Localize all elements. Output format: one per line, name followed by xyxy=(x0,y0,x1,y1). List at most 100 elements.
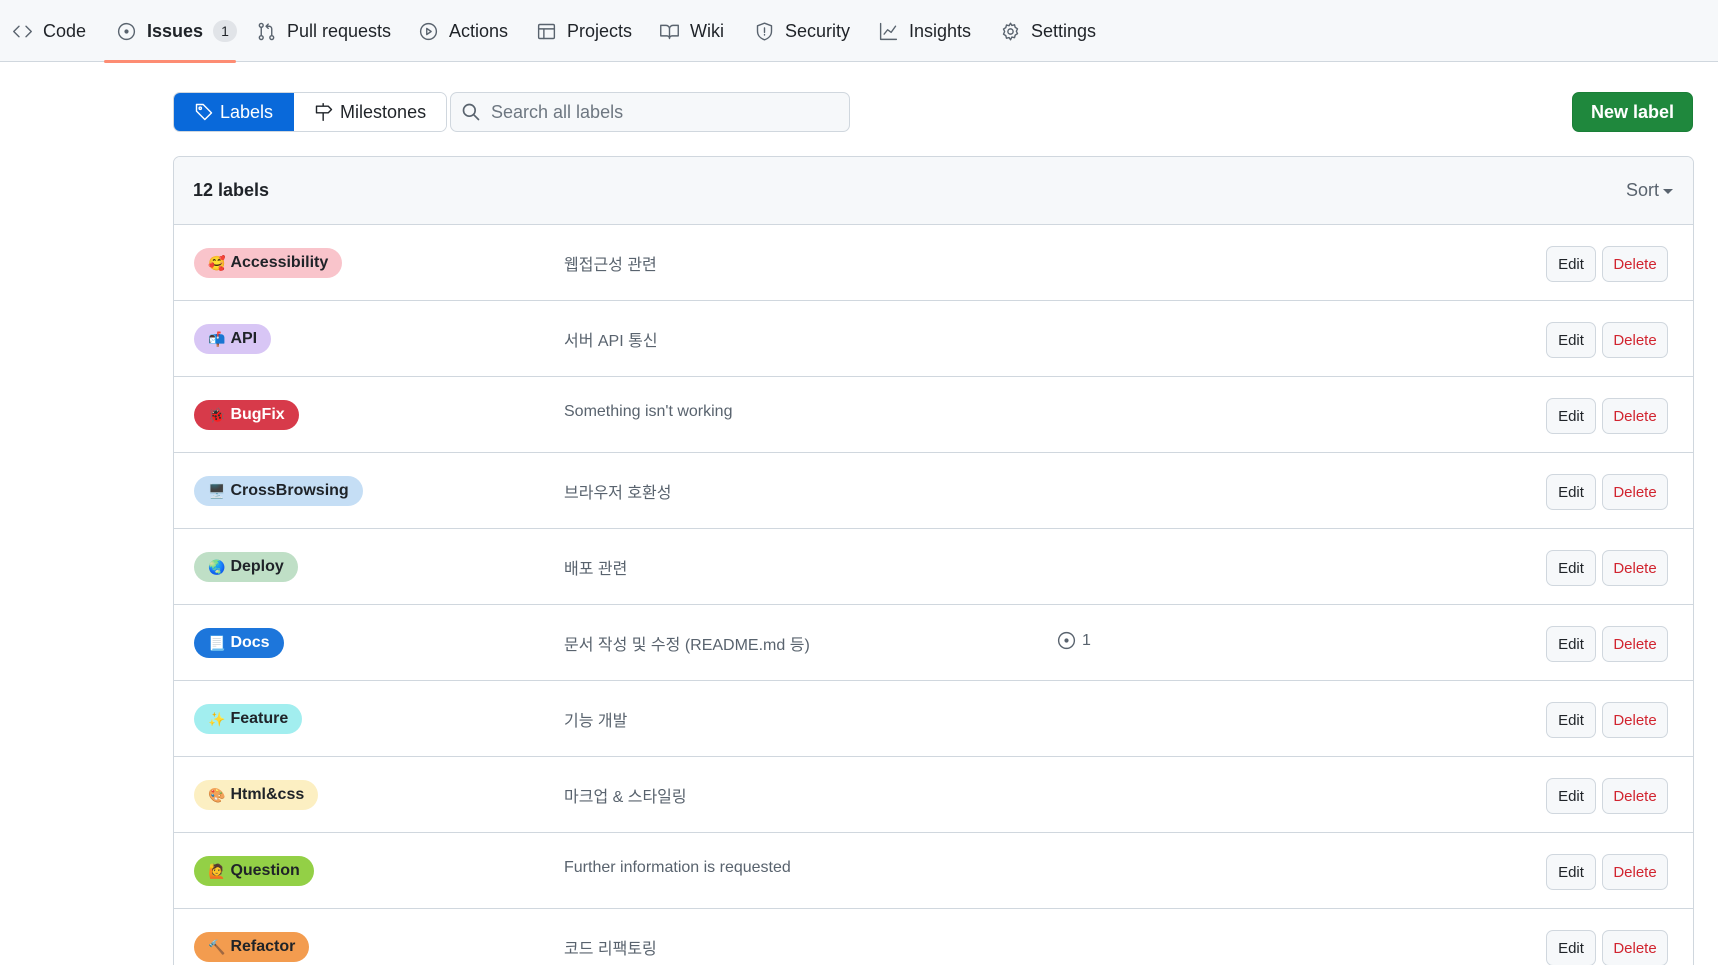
label-description: Something isn't working xyxy=(564,403,733,420)
label-description: 배포 관련 xyxy=(564,561,628,578)
label-description: 코드 리팩토링 xyxy=(564,941,657,958)
open-issues-count: 1 xyxy=(1082,631,1091,649)
issues-counter: 1 xyxy=(213,20,238,42)
delete-button[interactable]: Delete xyxy=(1602,246,1668,282)
label-description: 기능 개발 xyxy=(564,713,628,730)
label-pill[interactable]: 🎨 Html&css xyxy=(194,780,319,810)
labels-milestones-toggle: Labels Milestones xyxy=(173,92,448,132)
label-pill[interactable]: 🥰 Accessibility xyxy=(194,248,343,278)
label-pill[interactable]: 🌏 Deploy xyxy=(194,552,298,582)
edit-button[interactable]: Edit xyxy=(1546,626,1596,662)
edit-button[interactable]: Edit xyxy=(1546,854,1596,890)
label-emoji-icon: 📃 xyxy=(208,635,226,651)
code-icon xyxy=(13,25,32,37)
new-label-button[interactable]: New label xyxy=(1572,92,1693,132)
label-emoji-icon: 🖥️ xyxy=(208,483,226,499)
label-name: Question xyxy=(230,862,300,879)
labels-list-header: 12 labels Sort xyxy=(174,157,1693,225)
label-rows: 🥰 Accessibility 웹접근성 관련 Edit Delete 📬 API 서버 AP… xyxy=(174,225,1693,965)
label-row: 🎨 Html&css 마크업 & 스타일링 Edit Delete xyxy=(174,757,1693,833)
tab-label: Actions xyxy=(449,20,509,41)
delete-button[interactable]: Delete xyxy=(1602,702,1668,738)
gear-icon xyxy=(1002,21,1019,41)
play-icon xyxy=(419,22,438,40)
tab-label: Insights xyxy=(909,20,972,41)
tab-label: Code xyxy=(43,20,87,41)
tab-security[interactable]: Security xyxy=(742,0,862,62)
label-description: 마크업 & 스타일링 xyxy=(564,789,687,806)
label-name: Feature xyxy=(230,710,289,727)
tab-issues[interactable]: Issues 1 xyxy=(104,0,238,63)
label-pill[interactable]: 📃 Docs xyxy=(194,628,284,658)
label-emoji-icon: ✨ xyxy=(208,711,226,727)
delete-button[interactable]: Delete xyxy=(1602,398,1668,434)
search-box xyxy=(450,92,850,132)
sort-label: Sort xyxy=(1625,180,1659,200)
label-row: 🙋 Question Further information is requeste… xyxy=(174,833,1693,909)
tab-actions[interactable]: Actions xyxy=(406,0,520,62)
labels-list: 12 labels Sort 🥰 Accessibility 웹접근성 관련 Edit… xyxy=(173,156,1694,965)
label-pill[interactable]: 🖥️ CrossBrowsing xyxy=(194,476,363,506)
label-name: Deploy xyxy=(230,558,284,575)
search-icon xyxy=(462,103,480,121)
label-pill[interactable]: 🔨 Refactor xyxy=(194,932,310,962)
label-name: Html&css xyxy=(230,786,305,803)
milestones-tab[interactable]: Milestones xyxy=(294,93,447,131)
issue-opened-icon xyxy=(117,22,136,40)
edit-button[interactable]: Edit xyxy=(1546,474,1596,510)
label-pill[interactable]: 🐞 BugFix xyxy=(194,400,299,430)
label-row: 📬 API 서버 API 통신 Edit Delete xyxy=(174,301,1693,377)
label-name: BugFix xyxy=(230,406,285,423)
labels-tab[interactable]: Labels xyxy=(174,93,295,131)
label-emoji-icon: 🎨 xyxy=(208,787,226,803)
open-issues-link[interactable]: 1 xyxy=(1056,630,1091,651)
label-description: 브라우저 호환성 xyxy=(564,485,672,502)
label-pill[interactable]: 🙋 Question xyxy=(194,856,314,886)
delete-button[interactable]: Delete xyxy=(1602,626,1668,662)
search-input[interactable] xyxy=(491,101,831,123)
label-description: 서버 API 통신 xyxy=(564,333,658,350)
tab-settings[interactable]: Settings xyxy=(988,0,1108,62)
label-description: 문서 작성 및 수정 (README.md 등) xyxy=(564,637,810,654)
edit-button[interactable]: Edit xyxy=(1546,930,1596,965)
edit-button[interactable]: Edit xyxy=(1546,550,1596,586)
label-row: 🥰 Accessibility 웹접근성 관련 Edit Delete xyxy=(174,225,1693,301)
tab-insights[interactable]: Insights xyxy=(866,0,983,62)
label-name: CrossBrowsing xyxy=(230,482,349,499)
delete-button[interactable]: Delete xyxy=(1602,778,1668,814)
edit-button[interactable]: Edit xyxy=(1546,702,1596,738)
label-emoji-icon: 📬 xyxy=(208,331,226,347)
labels-tab-label: Labels xyxy=(220,101,274,122)
label-emoji-icon: 🌏 xyxy=(208,559,226,575)
label-pill[interactable]: 📬 API xyxy=(194,324,272,354)
delete-button[interactable]: Delete xyxy=(1602,854,1668,890)
label-emoji-icon: 🥰 xyxy=(208,255,226,271)
label-pill[interactable]: ✨ Feature xyxy=(194,704,303,734)
label-row: ✨ Feature 기능 개발 Edit Delete xyxy=(174,681,1693,757)
tab-pull-requests[interactable]: Pull requests xyxy=(244,0,403,62)
tab-label: Issues xyxy=(147,20,204,41)
label-row: 🌏 Deploy 배포 관련 Edit Delete xyxy=(174,529,1693,605)
edit-button[interactable]: Edit xyxy=(1546,778,1596,814)
label-row: 🖥️ CrossBrowsing 브라우저 호환성 Edit Delete xyxy=(174,453,1693,529)
delete-button[interactable]: Delete xyxy=(1602,322,1668,358)
delete-button[interactable]: Delete xyxy=(1602,474,1668,510)
tab-wiki[interactable]: Wiki xyxy=(647,0,736,62)
tag-icon xyxy=(195,103,213,121)
tab-label: Wiki xyxy=(690,20,724,41)
label-row: 🐞 BugFix Something isn't working Edit Delete xyxy=(174,377,1693,453)
tab-label: Settings xyxy=(1031,20,1097,41)
edit-button[interactable]: Edit xyxy=(1546,398,1596,434)
repo-nav: Code Issues 1 Pull requests Actions Proj… xyxy=(0,0,1718,63)
delete-button[interactable]: Delete xyxy=(1602,550,1668,586)
sort-dropdown[interactable]: Sort xyxy=(1626,180,1673,201)
delete-button[interactable]: Delete xyxy=(1602,930,1668,965)
label-row: 📃 Docs 문서 작성 및 수정 (README.md 등) 1 Edit Delete xyxy=(174,605,1693,681)
edit-button[interactable]: Edit xyxy=(1546,322,1596,358)
tab-code[interactable]: Code xyxy=(0,0,98,62)
issue-opened-icon xyxy=(1057,631,1076,650)
label-name: Accessibility xyxy=(230,254,329,271)
edit-button[interactable]: Edit xyxy=(1546,246,1596,282)
tab-projects[interactable]: Projects xyxy=(524,0,644,62)
label-name: API xyxy=(230,330,258,347)
